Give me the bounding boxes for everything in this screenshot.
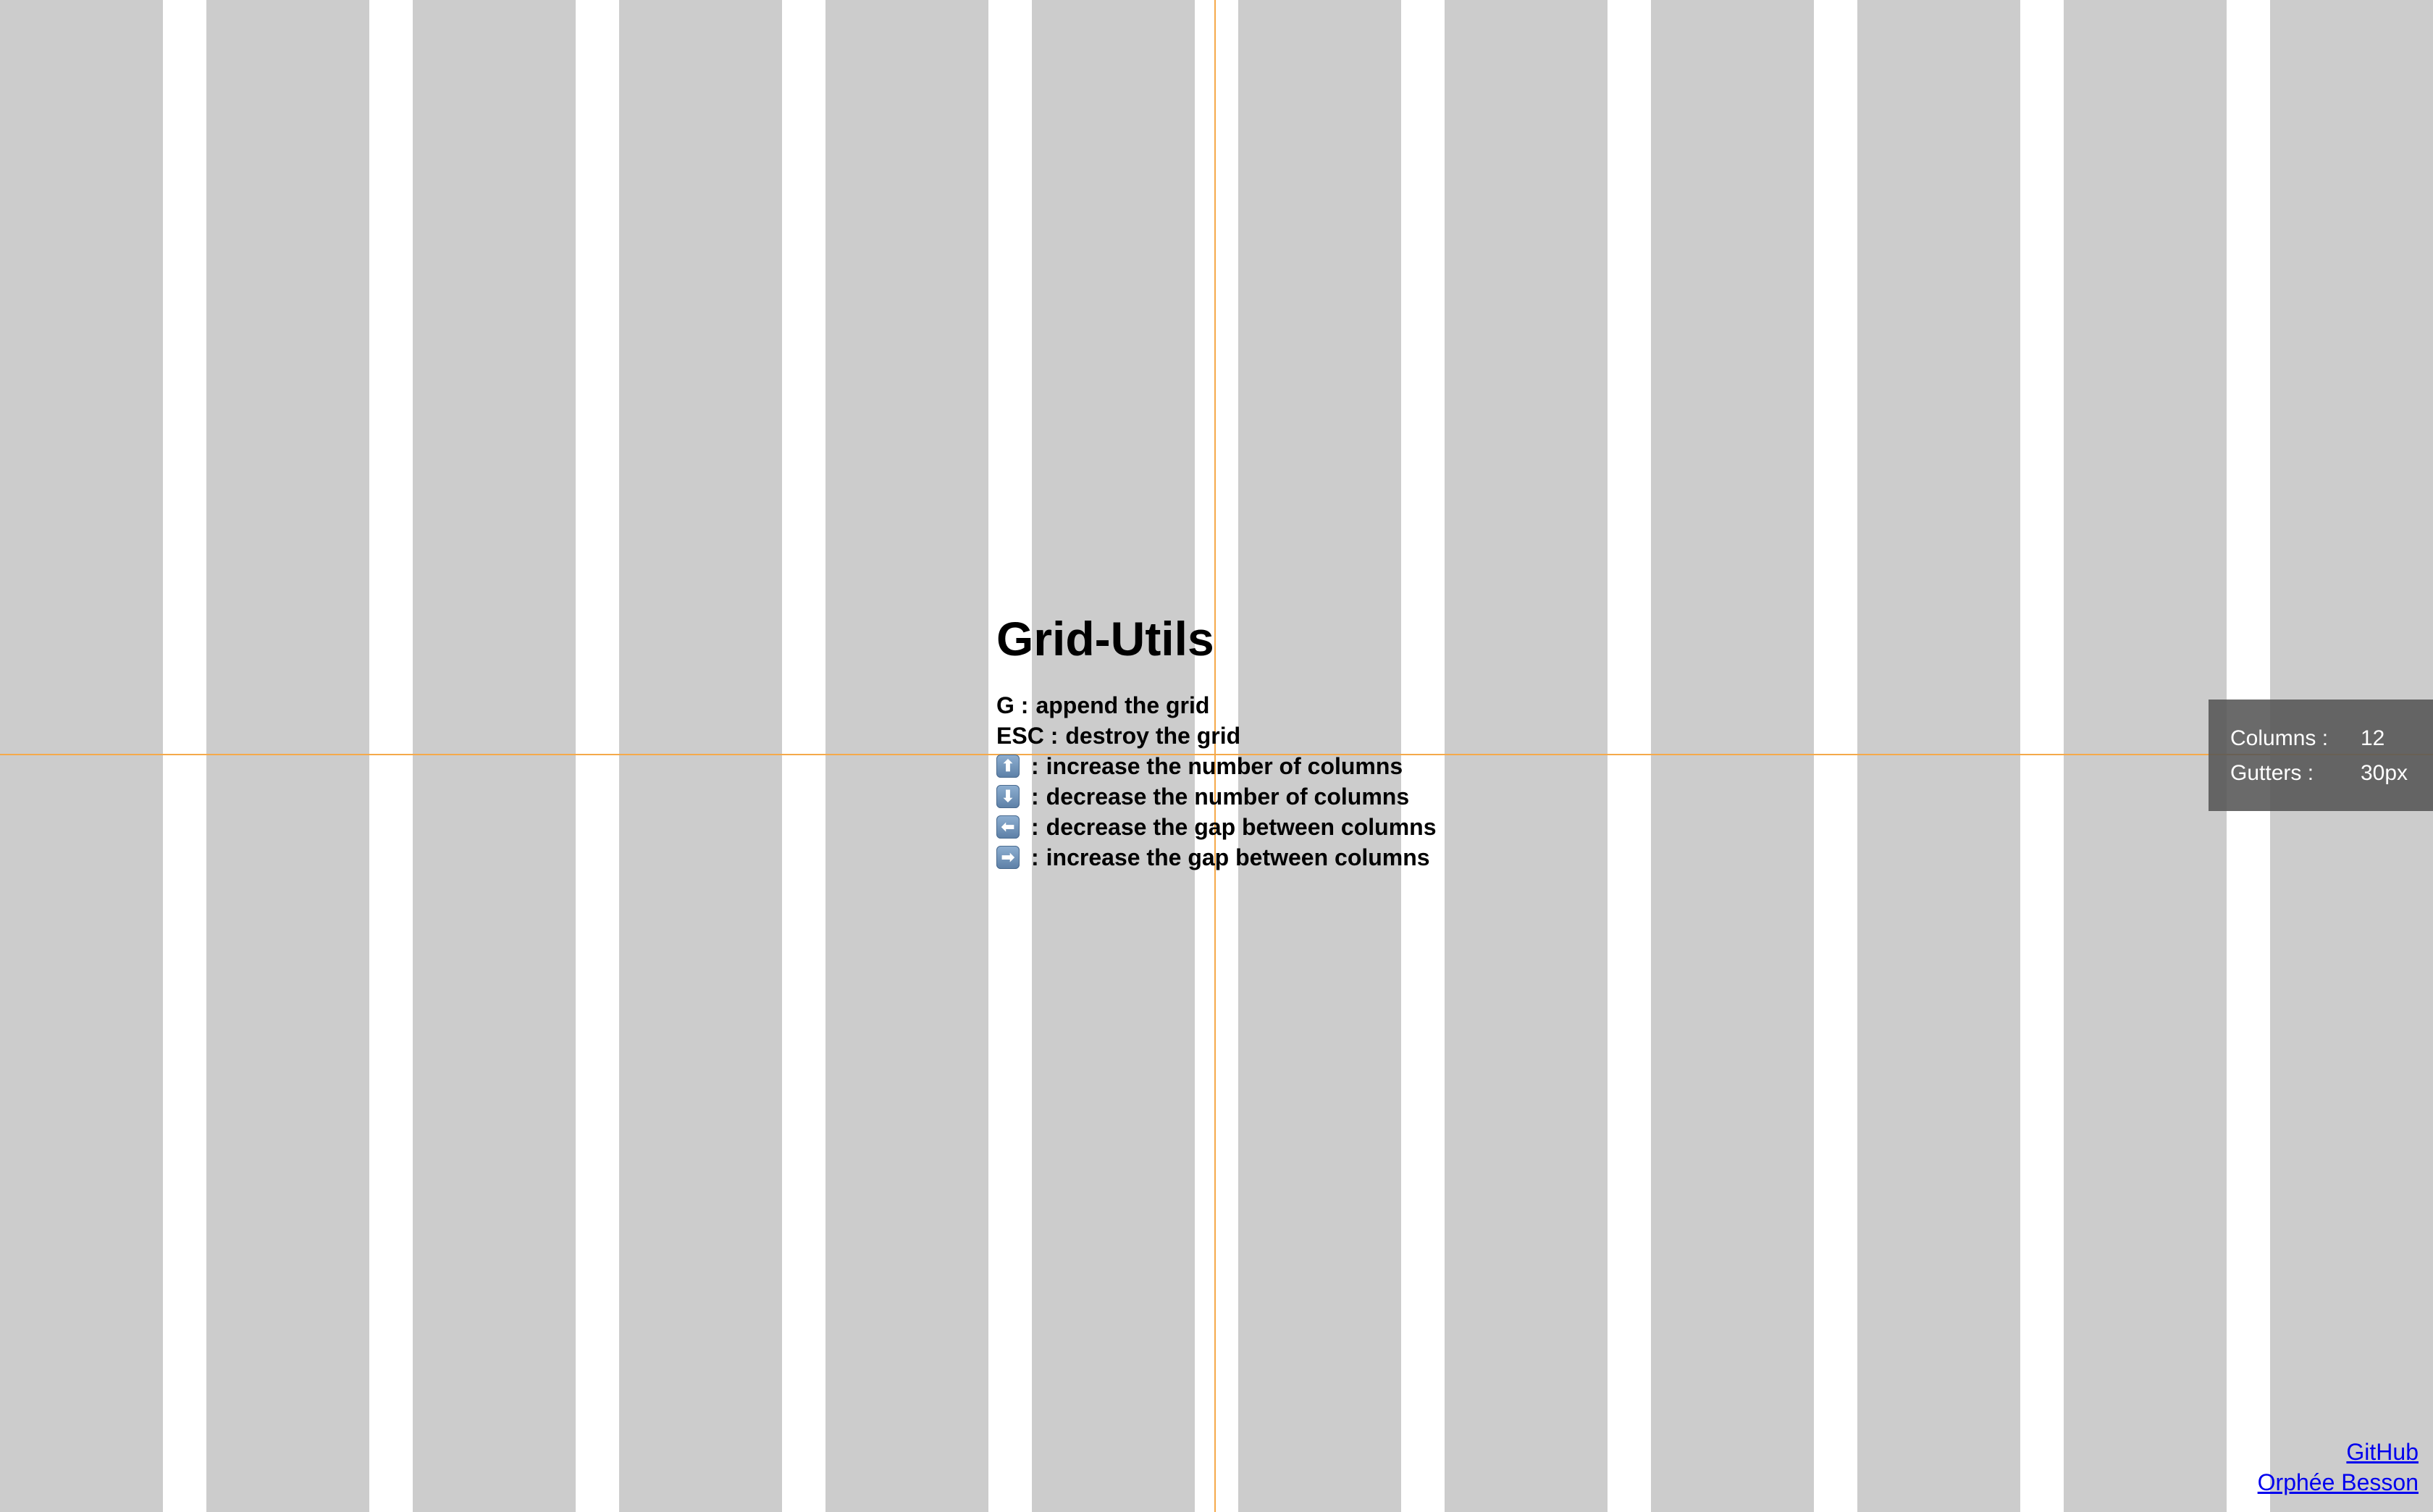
shortcut-separator: : xyxy=(1014,692,1029,718)
shortcut-separator: : xyxy=(1031,844,1039,870)
arrow-right-key-icon: ➡ xyxy=(996,845,1020,869)
grid-column xyxy=(619,0,782,1512)
shortcut-separator: : xyxy=(1031,813,1039,840)
shortcut-description: increase the gap between columns xyxy=(1046,844,1430,870)
grid-column xyxy=(2064,0,2227,1512)
grid-column xyxy=(1857,0,2020,1512)
gutters-value: 30px xyxy=(2361,761,2408,785)
shortcut-description: decrease the number of columns xyxy=(1046,783,1410,810)
shortcut-separator: : xyxy=(1043,722,1059,749)
grid-column xyxy=(1651,0,1814,1512)
author-link[interactable]: Orphée Besson xyxy=(2258,1467,2419,1498)
shortcut-separator: : xyxy=(1031,752,1039,779)
arrow-left-key-icon: ⬅ xyxy=(996,815,1020,839)
shortcut-key: G xyxy=(996,692,1014,718)
grid-column xyxy=(206,0,369,1512)
instructions-panel: Grid-Utils G : append the grid ESC : des… xyxy=(996,613,1437,873)
columns-value: 12 xyxy=(2361,726,2385,750)
grid-column xyxy=(413,0,576,1512)
grid-info-panel: Columns : 12 Gutters : 30px xyxy=(2209,700,2433,811)
gutters-label: Gutters : xyxy=(2230,761,2314,785)
gutters-info-row: Gutters : 30px xyxy=(2230,756,2433,791)
shortcut-description: decrease the gap between columns xyxy=(1046,813,1437,840)
columns-info-row: Columns : 12 xyxy=(2230,721,2433,756)
shortcut-destroy-grid: ESC : destroy the grid xyxy=(996,721,1437,751)
shortcut-decrease-gap: ⬅ : decrease the gap between columns xyxy=(996,812,1437,842)
shortcut-decrease-columns: ⬇ : decrease the number of columns xyxy=(996,781,1437,812)
shortcut-increase-gap: ➡ : increase the gap between columns xyxy=(996,842,1437,873)
shortcut-description: append the grid xyxy=(1035,692,1210,718)
shortcut-append-grid: G : append the grid xyxy=(996,690,1437,721)
arrow-down-key-icon: ⬇ xyxy=(996,784,1020,808)
grid-column xyxy=(825,0,988,1512)
github-link[interactable]: GitHub xyxy=(2258,1437,2419,1467)
page-title: Grid-Utils xyxy=(996,612,1214,665)
shortcut-key: ESC xyxy=(996,722,1044,749)
shortcut-description: destroy the grid xyxy=(1065,722,1241,749)
grid-column xyxy=(1445,0,1608,1512)
grid-column xyxy=(0,0,163,1512)
arrow-up-key-icon: ⬆ xyxy=(996,754,1020,778)
shortcut-increase-columns: ⬆ : increase the number of columns xyxy=(996,751,1437,781)
shortcut-separator: : xyxy=(1031,783,1039,810)
footer-links: GitHub Orphée Besson xyxy=(2258,1437,2419,1498)
columns-label: Columns : xyxy=(2230,726,2329,750)
shortcut-description: increase the number of columns xyxy=(1046,752,1403,779)
